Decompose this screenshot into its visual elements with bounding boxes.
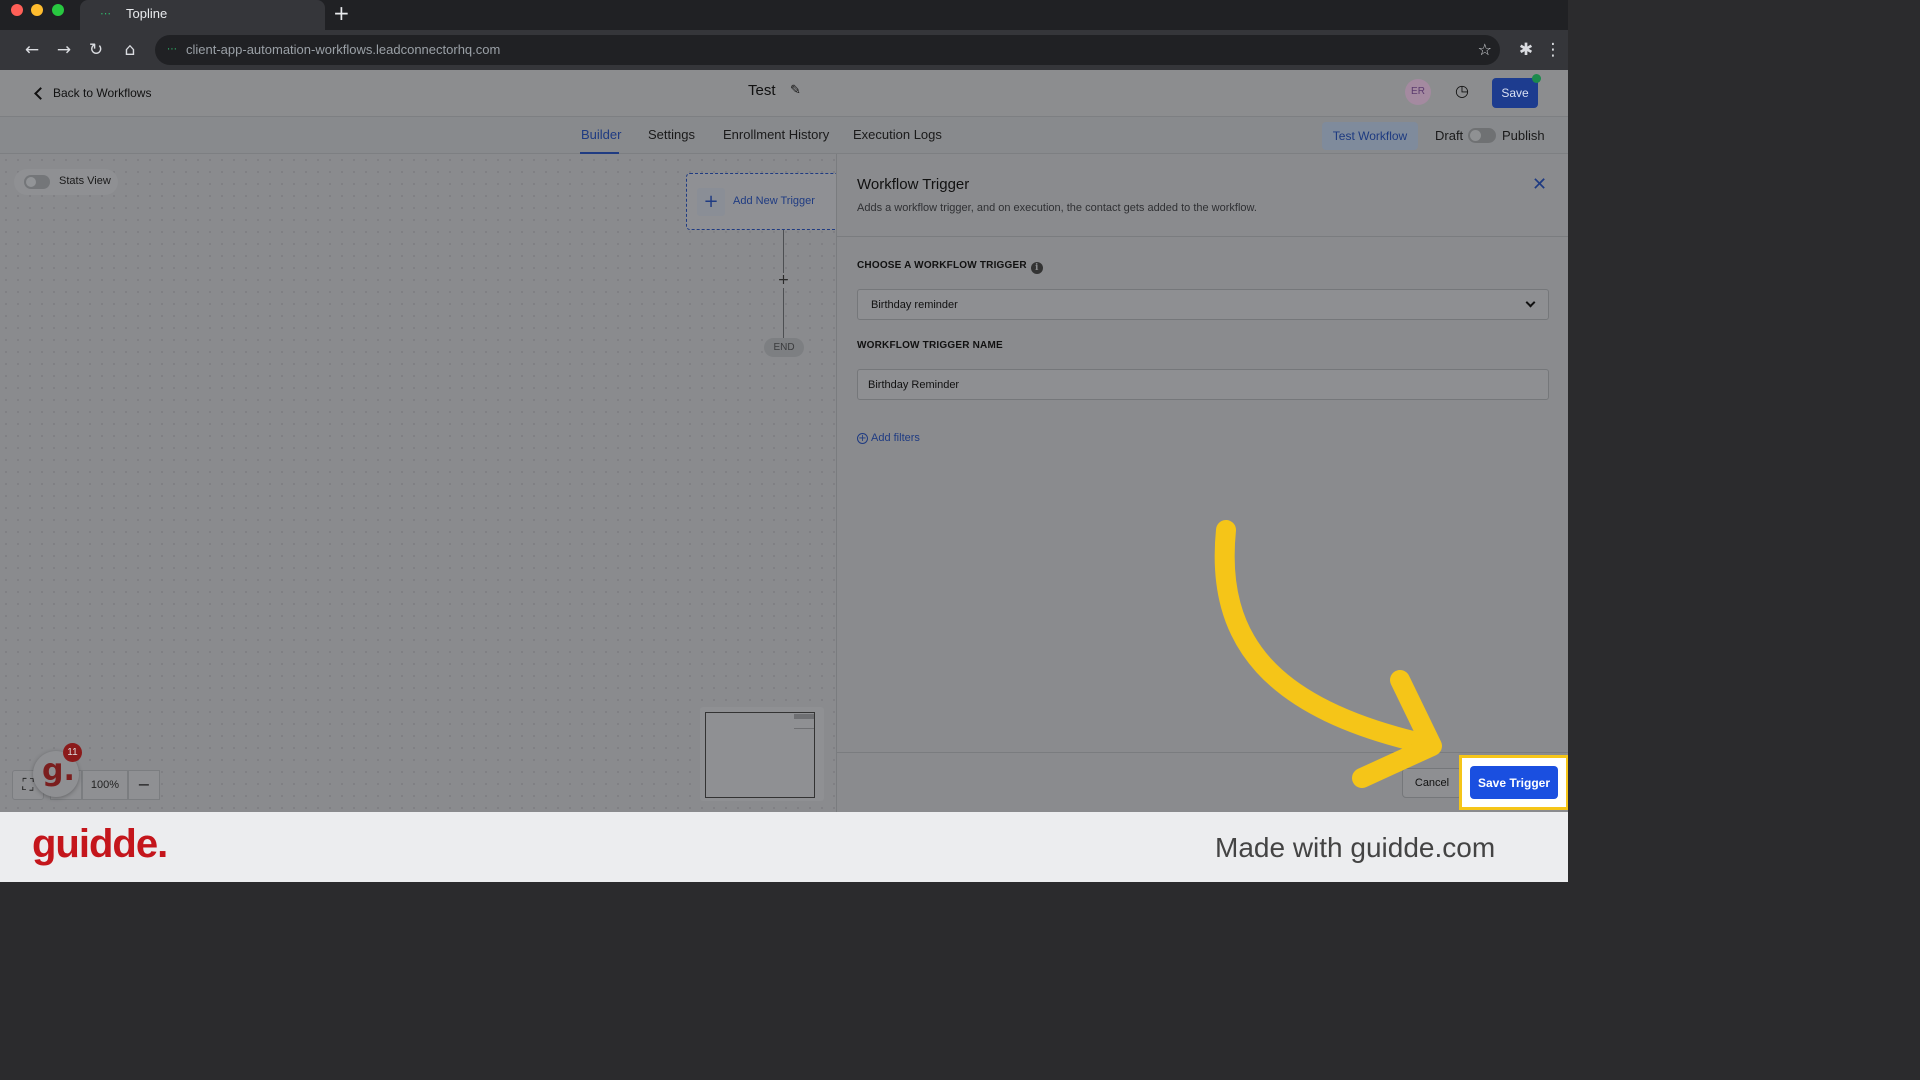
panel-subtitle: Adds a workflow trigger, and on executio… <box>857 202 1257 214</box>
stats-view-toggle[interactable] <box>24 175 50 189</box>
avatar[interactable]: ER <box>1405 79 1431 105</box>
tab-builder[interactable]: Builder <box>581 127 621 142</box>
tab-settings[interactable]: Settings <box>648 127 695 142</box>
stats-view-label: Stats View <box>59 175 111 187</box>
plus-icon: + <box>697 188 725 216</box>
address-bar[interactable]: ⋯ client-app-automation-workflows.leadco… <box>155 35 1500 65</box>
guidde-footer: guidde. Made with guidde.com <box>0 812 1568 882</box>
divider <box>837 236 1568 237</box>
divider <box>837 752 1568 753</box>
tab-title: Topline <box>126 6 168 21</box>
close-window-button[interactable] <box>11 4 23 16</box>
chevron-down-icon <box>1525 297 1536 308</box>
save-trigger-button[interactable]: Save Trigger <box>1470 766 1558 799</box>
unsaved-indicator-dot <box>1532 74 1541 83</box>
end-node: END <box>764 338 804 357</box>
minimize-window-button[interactable] <box>31 4 43 16</box>
reload-icon[interactable]: ↻ <box>86 40 106 60</box>
workflow-app: Back to Workflows Test ✎ ER ◷ Save Build… <box>0 70 1568 812</box>
name-field-label: WORKFLOW TRIGGER NAME <box>857 340 1003 351</box>
back-link-label: Back to Workflows <box>53 86 152 100</box>
made-with-guidde-text: Made with guidde.com <box>1215 832 1496 863</box>
forward-icon[interactable]: → <box>54 40 74 60</box>
add-filters-link[interactable]: + Add filters <box>857 432 920 444</box>
trigger-select-value: Birthday reminder <box>871 299 958 311</box>
edit-title-pencil-icon[interactable]: ✎ <box>790 83 801 98</box>
url-text: client-app-automation-workflows.leadconn… <box>186 42 501 57</box>
test-workflow-button[interactable]: Test Workflow <box>1322 122 1418 150</box>
tab-enrollment-history[interactable]: Enrollment History <box>723 127 829 142</box>
builder-canvas[interactable]: Stats View + Add New Trigger + END ⛶ + 1… <box>0 154 846 812</box>
draft-label: Draft <box>1435 128 1464 143</box>
tab-execution-logs[interactable]: Execution Logs <box>853 127 942 142</box>
workflow-tabs: Builder Settings Enrollment History Exec… <box>0 116 1568 154</box>
trigger-field-label: CHOOSE A WORKFLOW TRIGGER i <box>857 260 1043 274</box>
plus-circle-icon: + <box>857 432 868 444</box>
workflow-title: Test <box>748 82 776 99</box>
add-new-trigger-node[interactable]: + Add New Trigger <box>686 173 846 230</box>
save-button[interactable]: Save <box>1492 78 1538 108</box>
publish-toggle[interactable] <box>1468 128 1496 143</box>
back-icon[interactable]: ← <box>22 40 42 60</box>
guidde-badge[interactable]: g. 11 <box>33 743 82 797</box>
publish-label: Publish <box>1502 128 1545 143</box>
stats-view-switch[interactable]: Stats View <box>14 169 118 195</box>
home-icon[interactable]: ⌂ <box>120 40 140 60</box>
browser-toolbar: ← → ↻ ⌂ ⋯ client-app-automation-workflow… <box>0 30 1568 70</box>
browser-tab-bar: ⋯ Topline + <box>0 0 1568 30</box>
add-filters-label: Add filters <box>871 432 920 444</box>
chevron-left-icon <box>34 86 47 100</box>
zoom-level: 100% <box>82 770 128 800</box>
extensions-icon[interactable]: ✱ <box>1516 40 1536 60</box>
trigger-name-input[interactable] <box>857 369 1549 400</box>
minimap-viewport[interactable] <box>705 712 815 798</box>
add-new-trigger-label: Add New Trigger <box>733 195 815 207</box>
connector-line <box>783 288 784 338</box>
zoom-out-button[interactable]: − <box>128 770 160 800</box>
new-tab-button[interactable]: + <box>333 3 351 25</box>
workflow-trigger-panel: Workflow Trigger Adds a workflow trigger… <box>836 154 1568 812</box>
connector-line <box>783 230 784 273</box>
info-icon[interactable]: i <box>1030 262 1043 274</box>
cancel-button[interactable]: Cancel <box>1402 768 1462 798</box>
menu-icon[interactable]: ⋮ <box>1543 40 1563 60</box>
guidde-logo: guidde. <box>32 822 168 866</box>
history-icon[interactable]: ◷ <box>1453 82 1471 100</box>
star-icon[interactable]: ☆ <box>1478 40 1492 59</box>
app-header: Back to Workflows Test ✎ ER ◷ Save <box>0 70 1568 116</box>
minimap[interactable] <box>700 707 824 801</box>
minimap-node <box>794 714 814 719</box>
back-to-workflows-link[interactable]: Back to Workflows <box>32 84 151 102</box>
guidde-count-badge: 11 <box>63 743 82 762</box>
save-trigger-highlight: Save Trigger <box>1459 755 1568 810</box>
site-icon: ⋯ <box>167 44 177 55</box>
favicon-icon: ⋯ <box>100 7 111 20</box>
browser-tab[interactable]: ⋯ Topline <box>80 0 325 30</box>
maximize-window-button[interactable] <box>52 4 64 16</box>
trigger-field-label-text: CHOOSE A WORKFLOW TRIGGER <box>857 260 1027 271</box>
trigger-select[interactable]: Birthday reminder <box>857 289 1549 320</box>
add-action-button[interactable]: + <box>776 273 791 288</box>
close-icon[interactable]: ✕ <box>1532 174 1547 195</box>
panel-title: Workflow Trigger <box>857 176 970 193</box>
minimap-node <box>794 728 814 729</box>
